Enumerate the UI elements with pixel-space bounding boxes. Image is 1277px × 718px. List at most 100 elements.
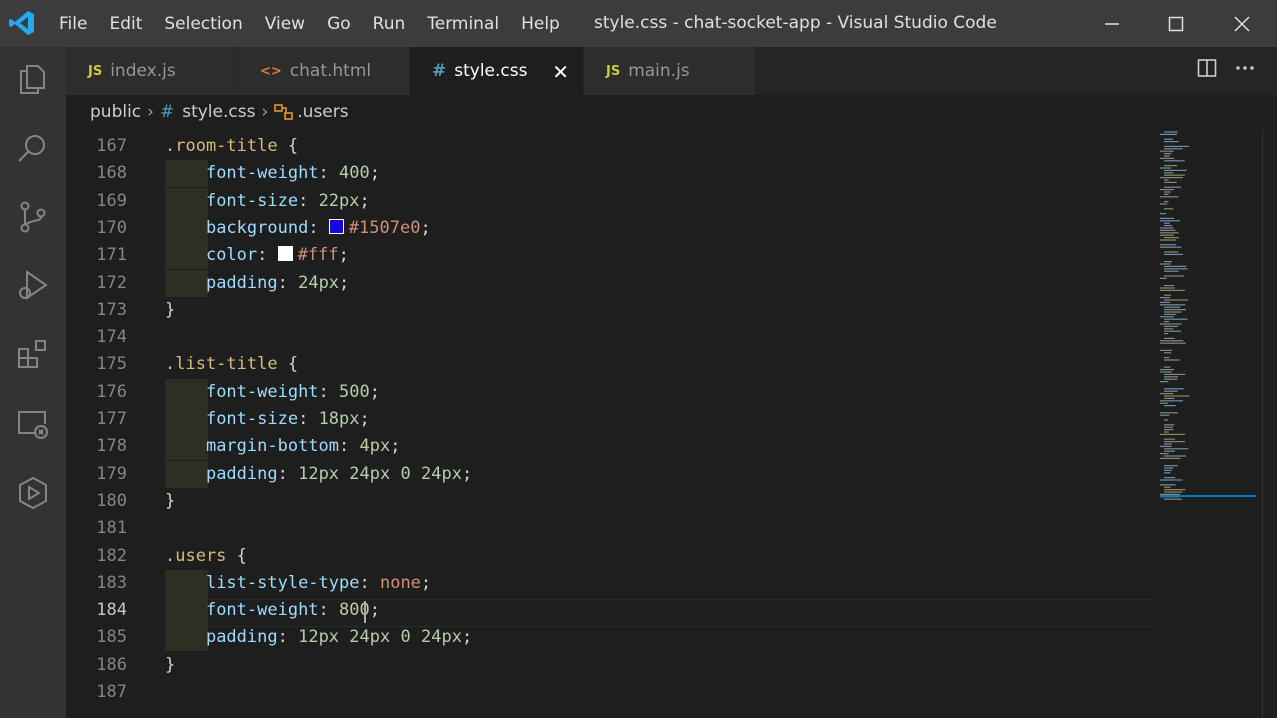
code-line[interactable]: 183 list-style-type: none; [66, 569, 1156, 597]
code-text: } [165, 490, 176, 511]
explorer-button[interactable] [13, 59, 53, 99]
extensions-icon [18, 340, 46, 368]
remote-explorer-button[interactable] [13, 404, 53, 444]
menu-edit[interactable]: Edit [109, 14, 142, 34]
tab-label: main.js [628, 61, 690, 81]
code-text: font-weight: 400; [205, 163, 380, 184]
code-line[interactable]: 170 background: #1507e0; [66, 214, 1156, 242]
minimap-line [1164, 138, 1174, 140]
minimap-line [1164, 333, 1169, 335]
live-share-button[interactable] [13, 473, 53, 513]
chevron-right-icon: › [261, 102, 269, 122]
window-title: style.css - chat-socket-app - Visual Stu… [594, 13, 997, 33]
maximize-button[interactable] [1143, 0, 1209, 47]
code-text: padding: 12px 24px 0 24px; [205, 463, 473, 484]
breadcrumb: public › # style.css › .users [66, 95, 1277, 129]
minimap-line [1160, 371, 1172, 373]
minimap-line [1164, 431, 1169, 433]
vscode-logo-icon [9, 11, 34, 35]
close-tab-icon[interactable]: ✕ [552, 60, 569, 84]
minimap-line [1160, 349, 1173, 351]
code-line[interactable]: 174 [66, 324, 1156, 351]
minimap-line [1160, 457, 1181, 459]
color-swatch[interactable] [328, 218, 344, 234]
code-line[interactable]: 187 [66, 679, 1156, 706]
menu-help[interactable]: Help [521, 14, 560, 34]
minimap-line [1160, 157, 1175, 159]
tab-index-js[interactable]: JS index.js [66, 47, 238, 95]
tab-main-js[interactable]: JS main.js [584, 47, 756, 95]
minimap-line [1164, 270, 1179, 272]
split-editor-icon[interactable] [1197, 58, 1217, 78]
code-line[interactable]: 178 margin-bottom: 4px; [66, 433, 1156, 461]
search-button[interactable] [13, 128, 53, 168]
minimap-line [1164, 294, 1171, 296]
code-line[interactable]: 171 color: #fff; [66, 242, 1156, 270]
vertical-scrollbar[interactable] [1262, 129, 1277, 718]
code-line[interactable]: 172 padding: 24px; [66, 269, 1156, 297]
minimap-viewport [1160, 495, 1256, 497]
tab-label: style.css [454, 61, 528, 81]
code-text: .users { [165, 545, 247, 566]
menu-terminal[interactable]: Terminal [427, 14, 499, 34]
minimap-line [1164, 208, 1174, 210]
code-text: .room-title { [165, 136, 299, 156]
code-line[interactable]: 181 [66, 515, 1156, 542]
code-line[interactable]: 173} [66, 297, 1156, 324]
menu-selection[interactable]: Selection [164, 14, 242, 34]
source-control-button[interactable] [13, 197, 53, 237]
code-text: } [165, 654, 176, 675]
minimap-line [1164, 148, 1183, 150]
code-line[interactable]: 177 font-size: 18px; [66, 406, 1156, 433]
menu-file[interactable]: File [59, 14, 87, 34]
js-file-icon: JS [88, 63, 103, 79]
minimap-line [1160, 412, 1178, 414]
color-swatch[interactable] [277, 246, 293, 262]
extensions-button[interactable] [13, 335, 53, 375]
tab-style-css[interactable]: # style.css ✕ [410, 47, 584, 95]
code-line[interactable]: 175 .list-title { [66, 351, 1156, 378]
minimap-line [1164, 441, 1185, 443]
menu-run[interactable]: Run [373, 14, 406, 34]
minimap-line [1164, 160, 1185, 162]
more-actions-icon[interactable] [1235, 58, 1255, 78]
minimap-line [1164, 311, 1182, 313]
code-line[interactable]: 179 padding: 12px 24px 0 24px; [66, 460, 1156, 488]
minimap-line [1160, 150, 1174, 152]
line-number: 187 [96, 682, 127, 702]
code-line[interactable]: 184 font-weight: 800; [66, 597, 1156, 625]
code-line[interactable]: 186} [66, 652, 1156, 679]
minimap[interactable] [1160, 129, 1256, 501]
minimap-line [1164, 337, 1175, 339]
code-text: } [165, 299, 176, 320]
code-line[interactable]: 182 .users { [66, 543, 1156, 570]
minimap-line [1164, 378, 1178, 380]
code-editor[interactable]: 167 .room-title {168 font-weight: 400; 169… [66, 129, 1277, 718]
breadcrumb-symbol[interactable]: .users [297, 102, 348, 122]
code-text: padding: 12px 24px 0 24px; [205, 627, 473, 648]
code-line[interactable]: 169 font-size: 22px; [66, 187, 1156, 215]
breadcrumb-file[interactable]: style.css [182, 102, 255, 122]
breadcrumb-folder[interactable]: public [90, 102, 141, 122]
close-window-button[interactable] [1209, 0, 1275, 47]
minimap-line [1160, 484, 1176, 486]
js-file-icon: JS [606, 63, 621, 79]
code-line[interactable]: 176 font-weight: 500; [66, 378, 1156, 406]
minimap-line [1160, 196, 1179, 198]
run-debug-button[interactable] [13, 266, 53, 306]
menu-go[interactable]: Go [327, 14, 351, 34]
menu-view[interactable]: View [265, 14, 305, 34]
minimap-line [1160, 203, 1168, 205]
code-line[interactable]: 168 font-weight: 400; [66, 160, 1156, 188]
code-text: padding: 24px; [205, 272, 350, 293]
code-line[interactable]: 180} [66, 488, 1156, 515]
minimize-button[interactable] [1079, 0, 1145, 47]
minimap-line [1160, 239, 1176, 241]
code-line[interactable]: 167 .room-title { [66, 133, 1156, 160]
minimap-line [1160, 316, 1174, 318]
minimap-line [1164, 169, 1187, 171]
minimap-line [1164, 275, 1185, 277]
minimap-line [1160, 234, 1175, 236]
code-line[interactable]: 185 padding: 12px 24px 0 24px; [66, 624, 1156, 652]
tab-chat-html[interactable]: <> chat.html [238, 47, 410, 95]
